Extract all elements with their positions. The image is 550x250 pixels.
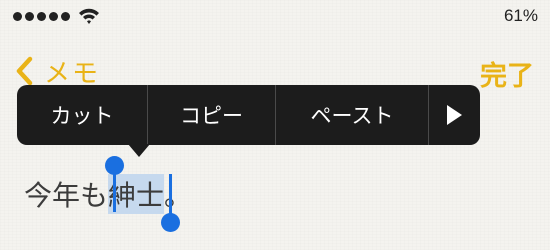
paste-menu-item[interactable]: ペースト — [276, 85, 428, 145]
copy-menu-item[interactable]: コピー — [148, 85, 275, 145]
signal-dot — [25, 12, 34, 21]
signal-dot — [37, 12, 46, 21]
wifi-icon — [79, 8, 99, 24]
status-bar: 61% — [0, 0, 550, 34]
edit-context-menu: カット コピー ペースト — [17, 85, 480, 145]
selection-start-bar — [113, 168, 116, 212]
chevron-left-icon — [16, 56, 33, 86]
more-menu-button[interactable] — [429, 85, 480, 145]
menu-pointer-arrow — [128, 144, 150, 157]
signal-strength-icon — [13, 12, 70, 21]
selection-end-handle[interactable] — [161, 213, 180, 232]
battery-percentage: 61% — [503, 6, 538, 25]
signal-dot — [13, 12, 22, 21]
selected-text[interactable]: 紳士 — [108, 174, 165, 214]
signal-dot — [61, 12, 70, 21]
done-button[interactable]: 完了 — [480, 54, 534, 93]
cut-menu-item[interactable]: カット — [17, 85, 147, 145]
note-text-area[interactable]: 今年も 紳士 。 — [24, 174, 192, 214]
back-label: メモ — [44, 58, 101, 89]
note-text-before: 今年も — [24, 179, 109, 212]
play-icon — [447, 105, 462, 125]
signal-dot — [49, 12, 58, 21]
